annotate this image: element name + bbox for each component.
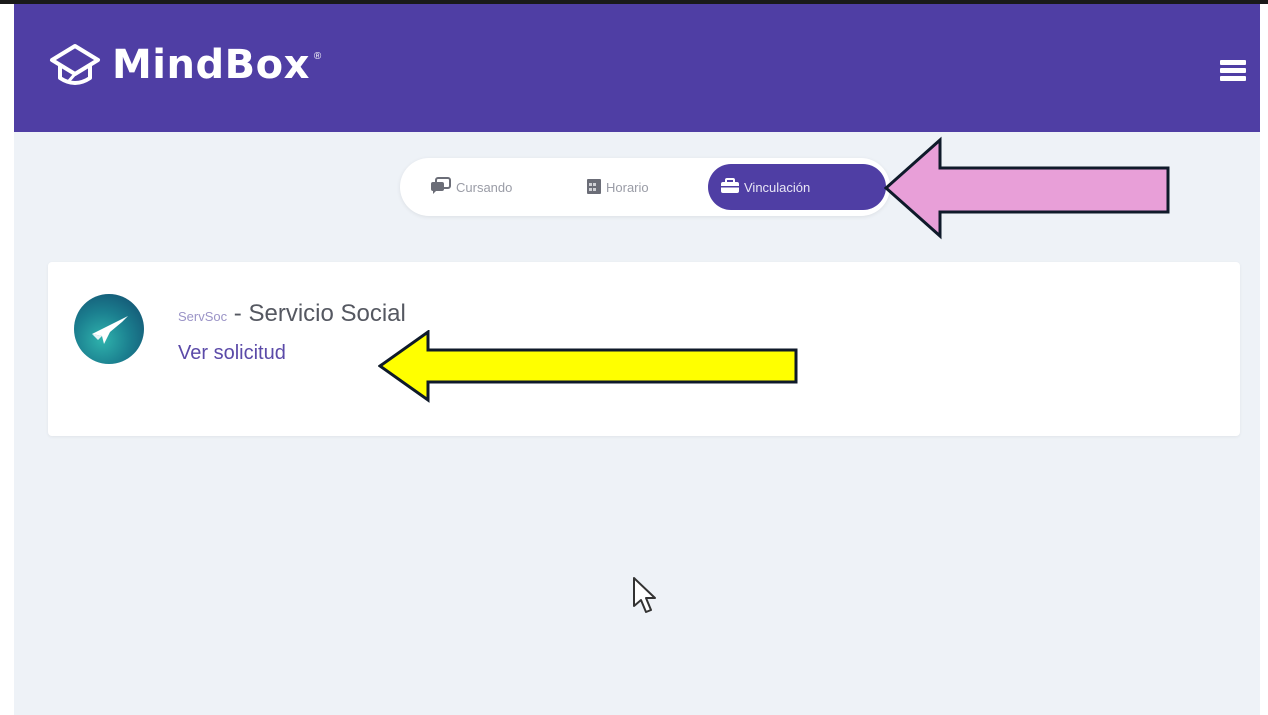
tab-bar: Cursando Horario Vinculación — [400, 158, 890, 216]
hamburger-menu-icon[interactable] — [1220, 60, 1246, 82]
app-header: MindBox ® — [14, 4, 1260, 132]
briefcase-icon — [720, 177, 740, 197]
tab-cursando[interactable]: Cursando — [430, 164, 512, 210]
registered-mark: ® — [313, 50, 322, 62]
yellow-annotation-arrow — [378, 330, 798, 403]
calendar-icon — [586, 177, 602, 198]
pink-annotation-arrow — [884, 136, 1170, 240]
airplane-icon — [92, 316, 128, 344]
title-separator: - — [227, 300, 249, 327]
tab-label: Cursando — [456, 179, 513, 195]
tab-horario[interactable]: Horario — [586, 164, 649, 210]
brand-logo[interactable]: MindBox ® — [48, 42, 321, 88]
program-title: ServSoc - Servicio Social — [178, 300, 406, 328]
program-avatar — [74, 294, 144, 364]
tab-label: Horario — [606, 179, 649, 195]
brand-name: MindBox — [112, 42, 310, 88]
graduation-cap-icon — [48, 42, 102, 88]
program-name: Servicio Social — [248, 300, 406, 327]
tab-label: Vinculación — [744, 179, 811, 195]
mouse-cursor-icon — [633, 577, 656, 613]
view-request-link[interactable]: Ver solicitud — [178, 342, 286, 365]
chat-icon — [430, 176, 452, 198]
program-code: ServSoc — [178, 309, 228, 324]
tab-vinculacion[interactable]: Vinculación — [708, 164, 886, 210]
